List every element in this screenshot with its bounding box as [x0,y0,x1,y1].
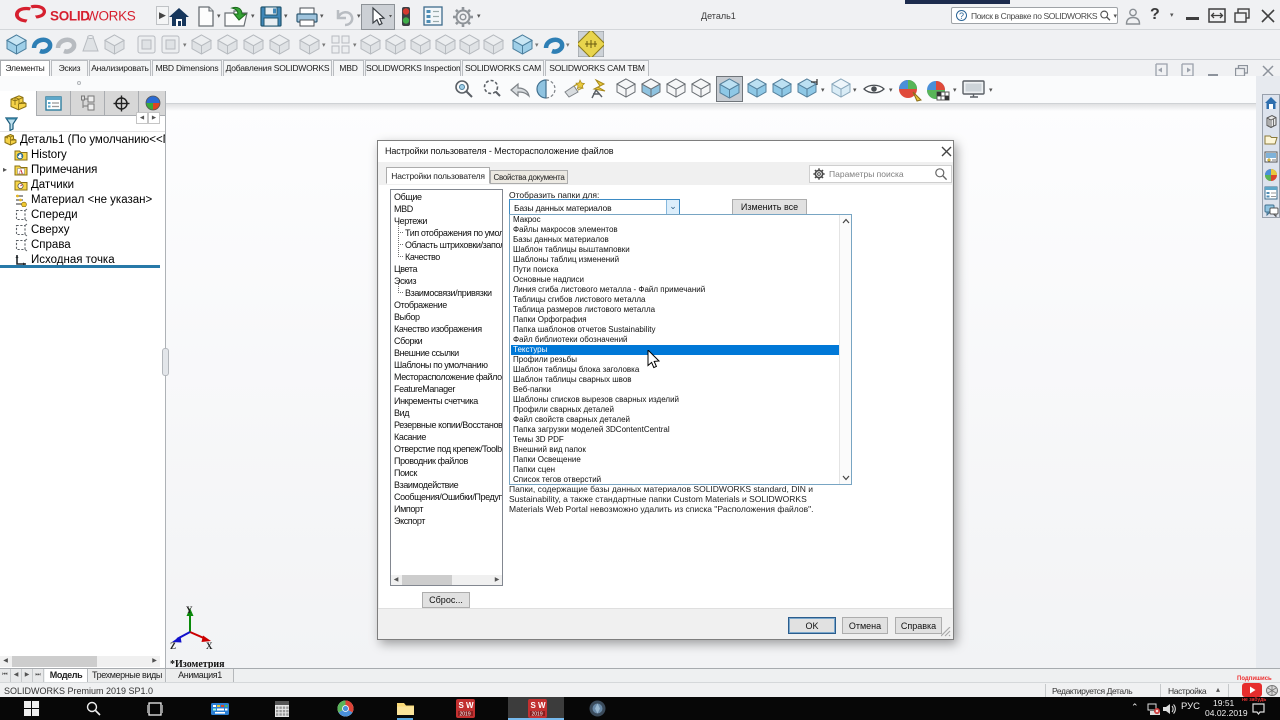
svg-text:X: X [206,641,213,650]
svg-text:WORKS: WORKS [86,9,136,24]
svg-text:2019: 2019 [531,712,542,718]
svg-text:2019: 2019 [459,712,470,718]
svg-text:Z: Z [170,641,176,650]
svg-text:W: W [466,701,474,710]
svg-text:S: S [458,701,464,710]
svg-text:A: A [19,170,24,176]
svg-text:S: S [530,701,536,710]
svg-text:Y: Y [186,606,193,615]
svg-text:W: W [538,701,546,710]
svg-text:SOLID: SOLID [50,9,90,24]
